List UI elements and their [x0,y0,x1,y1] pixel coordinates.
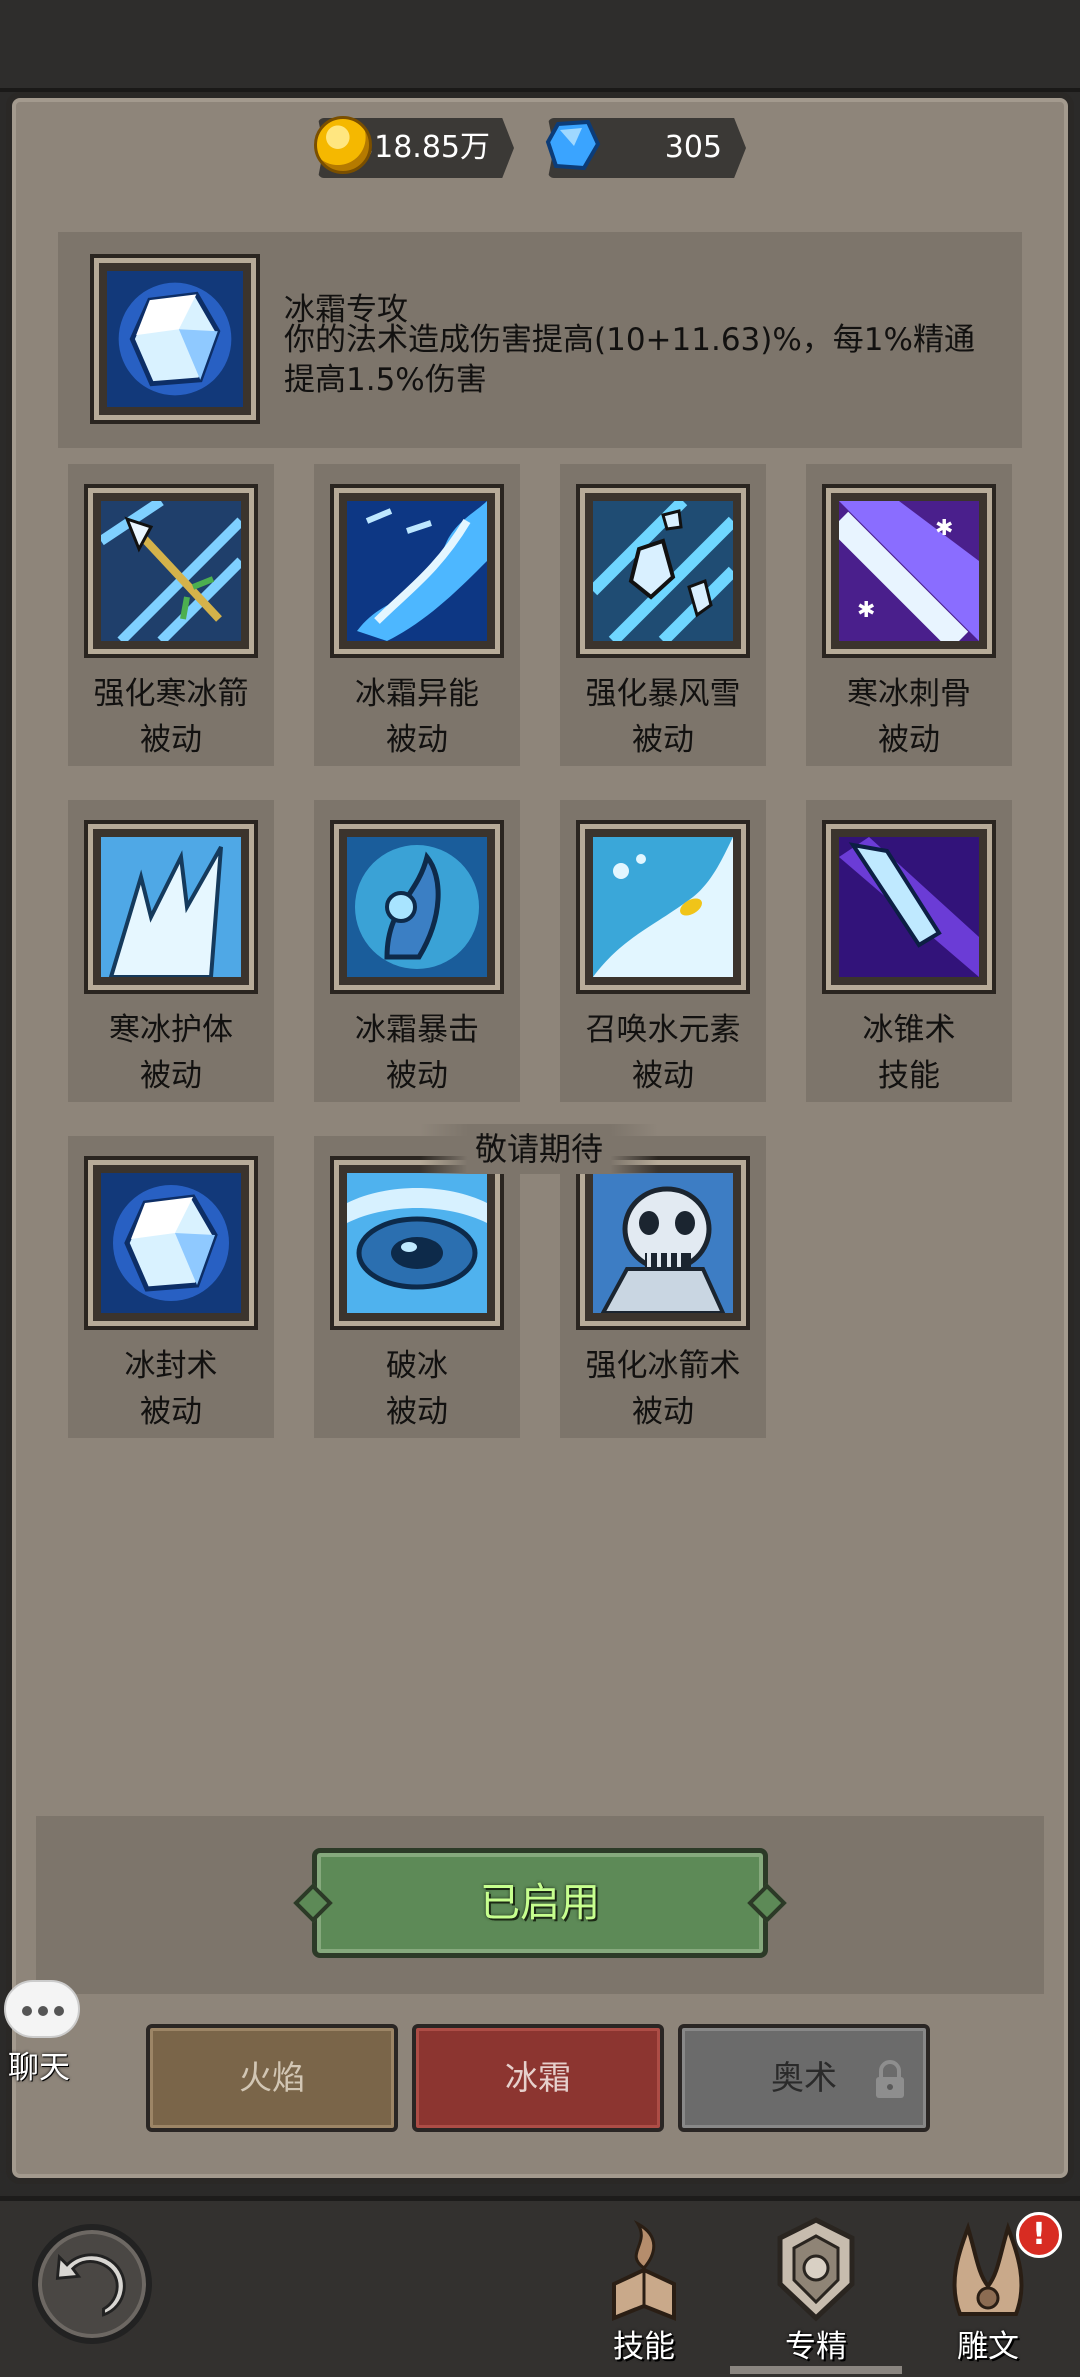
talent-name: 冰封术 [124,1348,218,1384]
chat-icon[interactable] [4,1980,80,2038]
talent-icon-frame [580,488,746,654]
talent-type: 被动 [140,1058,202,1094]
back-arrow-icon [55,2253,126,2317]
talent-name: 破冰 [386,1348,448,1384]
gold-value: 518.85万 [355,130,490,165]
talent-icon-frame [88,824,254,990]
coming-soon-label: 敬请期待 [420,1124,658,1174]
blue-gem-icon [545,119,601,171]
tab-frost[interactable]: 冰霜 [412,2024,664,2132]
talent-name: 寒冰刺骨 [847,676,971,712]
nav-active-indicator [730,2366,902,2374]
feature-description: 你的法术造成伤害提高(10+11.63)%，每1%精通提高1.5%伤害 [284,322,975,398]
frost-wave-icon [347,501,487,641]
talent-card[interactable]: 冰霜异能 被动 [314,464,520,766]
talent-card[interactable]: 破冰 被动 [314,1136,520,1438]
nav-spec[interactable]: 专精 [746,2214,886,2374]
lock-icon [876,2060,904,2098]
talent-type: 被动 [386,1394,448,1430]
talent-icon-frame [334,488,500,654]
talent-card[interactable]: 冰霜暴击 被动 [314,800,520,1102]
nav-skills[interactable]: 技能 [574,2214,714,2374]
talent-type: 被动 [878,722,940,758]
talent-card[interactable]: ✱ ✱ 寒冰刺骨 被动 [806,464,1012,766]
talent-name: 召唤水元素 [585,1012,741,1048]
nav-skills-label: 技能 [613,2329,675,2365]
talent-card[interactable]: 强化冰箭术 被动 [560,1136,766,1438]
talent-icon-frame [826,824,992,990]
talent-card[interactable]: 冰锥术 技能 [806,800,1012,1102]
talent-type: 被动 [632,722,694,758]
talent-type: 被动 [386,1058,448,1094]
talent-icon-frame: ✱ ✱ [826,488,992,654]
tab-fire-label: 火焰 [239,2058,305,2097]
frost-crit-icon [347,837,487,977]
talent-name: 强化暴风雪 [585,676,741,712]
gem-value: 305 [664,130,722,165]
talent-icon-frame [334,824,500,990]
talent-icon-frame [334,1160,500,1326]
water-elemental-icon [593,837,733,977]
frost-mastery-panel: 冰霜专攻 你的法术造成伤害提高(10+11.63)%，每1%精通提高1.5%伤害 [58,232,1022,448]
alert-badge: ! [1016,2212,1062,2258]
talent-type: 被动 [140,722,202,758]
frost-arrow-icon [101,501,241,641]
svg-text:✱: ✱ [935,516,953,541]
talent-type: 技能 [878,1058,940,1094]
frost-mastery-icon-frame [94,258,256,420]
talent-card[interactable]: 冰封术 被动 [68,1136,274,1438]
bitter-cold-icon: ✱ ✱ [839,501,979,641]
top-bar [0,0,1080,92]
gold-coin-icon [314,116,372,174]
ice-block-icon [101,1173,241,1313]
enabled-button-label: 已启用 [480,1880,600,1926]
tab-arcane-label: 奥术 [771,2058,837,2097]
talent-name: 冰霜异能 [355,676,479,712]
talent-type: 被动 [632,1394,694,1430]
svg-text:✱: ✱ [857,598,875,623]
tab-frost-label: 冰霜 [505,2058,571,2097]
talent-icon-frame [88,1160,254,1326]
nav-runes-label: 雕文 [957,2329,1019,2365]
chat-label[interactable]: 聊天 [8,2042,70,2087]
talent-card[interactable]: 强化暴风雪 被动 [560,464,766,766]
spec-shield-icon [777,2217,855,2322]
skill-book-icon [612,2220,676,2321]
frost-skeleton-icon [593,1173,733,1313]
tab-fire[interactable]: 火焰 [146,2024,398,2132]
tab-arcane[interactable]: 奥术 [678,2024,930,2132]
enabled-button[interactable]: 已启用 [293,1848,787,1958]
talent-name: 寒冰护体 [109,1012,233,1048]
talent-card[interactable]: 寒冰护体 被动 [68,800,274,1102]
blizzard-icon [593,501,733,641]
talent-name: 冰锥术 [862,1012,956,1048]
talent-type: 被动 [140,1394,202,1430]
ice-lance-icon [839,837,979,977]
talent-name: 强化冰箭术 [585,1348,741,1384]
talent-card[interactable]: 召唤水元素 被动 [560,800,766,1102]
talent-icon-frame [580,824,746,990]
talent-icon-frame [580,1160,746,1326]
talent-name: 强化寒冰箭 [93,676,249,712]
talent-card[interactable]: 强化寒冰箭 被动 [68,464,274,766]
shatter-eye-icon [347,1173,487,1313]
nav-spec-label: 专精 [785,2329,847,2365]
talent-name: 冰霜暴击 [355,1012,479,1048]
talent-type: 被动 [632,1058,694,1094]
ice-crystal-icon [107,271,243,407]
talent-icon-frame [88,488,254,654]
ice-armor-icon [101,837,241,977]
back-button[interactable] [32,2224,152,2344]
talent-type: 被动 [386,722,448,758]
